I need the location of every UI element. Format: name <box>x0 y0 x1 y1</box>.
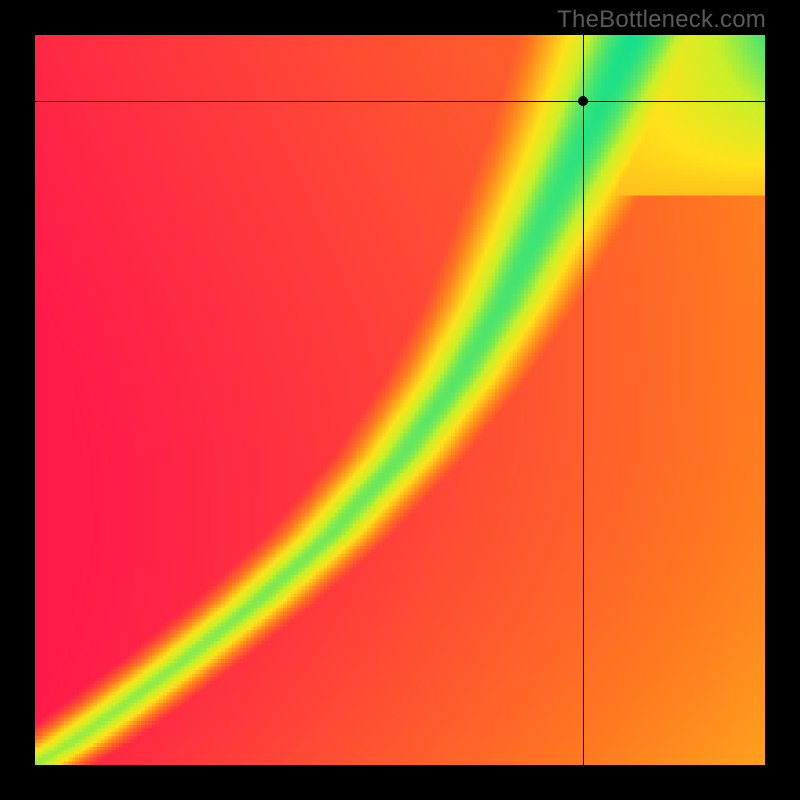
heatmap-canvas <box>35 35 765 765</box>
data-point-marker <box>578 96 588 106</box>
chart-frame: TheBottleneck.com <box>0 0 800 800</box>
watermark-text: TheBottleneck.com <box>557 6 766 34</box>
plot-area <box>35 35 765 765</box>
crosshair-vertical <box>583 35 584 765</box>
crosshair-horizontal <box>35 101 765 102</box>
